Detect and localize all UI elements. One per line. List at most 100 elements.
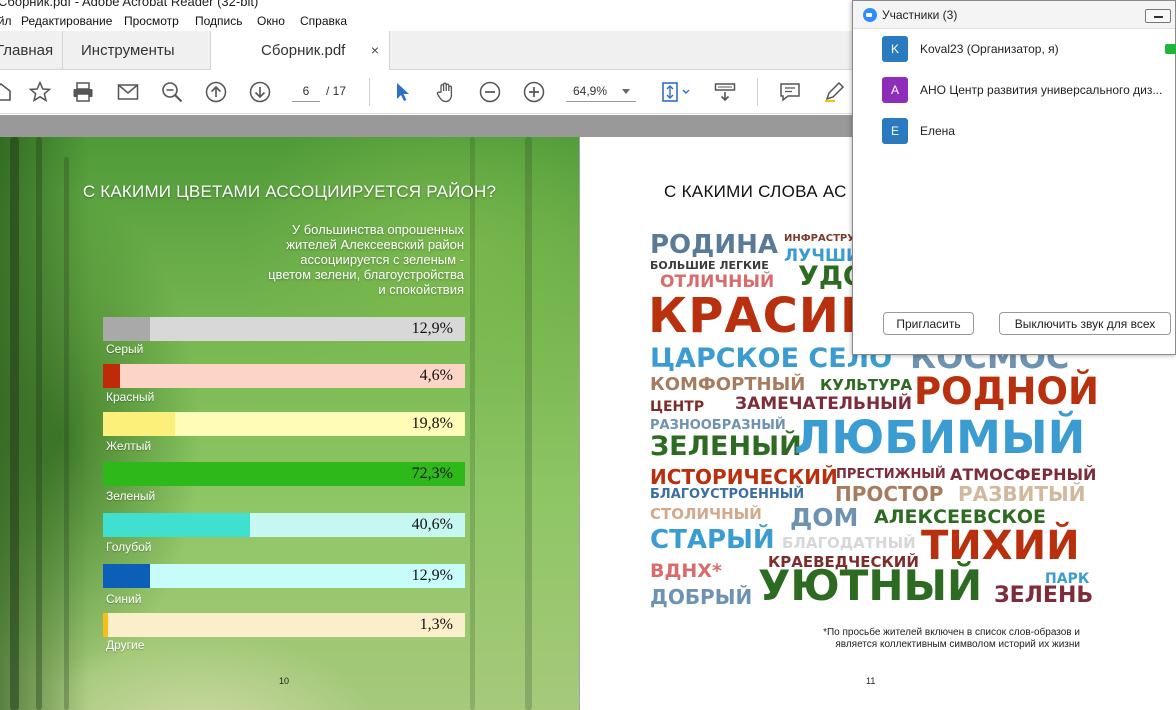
home-icon[interactable] (0, 79, 14, 105)
participant-name: Елена (920, 124, 955, 138)
participants-header: Участники (3) (853, 1, 1175, 29)
word-cloud-word: ИСТОРИЧЕСКИЙ (650, 465, 838, 489)
participant-row[interactable]: А АНО Центр развития универсального диз.… (853, 70, 1175, 110)
close-icon[interactable]: × (371, 42, 379, 58)
tree-trunk (525, 137, 532, 710)
word-cloud-word: ЗЕЛЕНЬ (994, 583, 1094, 608)
tab-tools[interactable]: Инструменты (62, 31, 210, 70)
bar-fill (103, 564, 150, 588)
page-number: 11 (866, 676, 876, 686)
zoom-in-icon[interactable] (521, 79, 547, 105)
page-title: С КАКИМИ СЛОВА АС (664, 182, 847, 201)
page-title: С КАКИМИ ЦВЕТАМИ АССОЦИИРУЕТСЯ РАЙОН? (82, 182, 497, 201)
fit-page-icon[interactable] (657, 79, 693, 105)
summary-line: ассоциируется с зеленым - (300, 252, 464, 267)
participants-panel: Участники (3) K Koval23 (Организатор, я)… (852, 0, 1176, 355)
participant-row[interactable]: Е Елена (853, 111, 1175, 151)
bar-fill (103, 513, 250, 537)
bar-value: 12,9% (411, 567, 453, 584)
word-cloud-word: СТАРЫЙ (650, 525, 775, 555)
bar-fill (103, 317, 150, 341)
bar-label: Синий (106, 592, 142, 606)
menu-edit[interactable]: Редактирование (21, 14, 112, 28)
star-icon[interactable] (27, 79, 53, 105)
word-cloud-word: ДОБРЫЙ (650, 585, 753, 609)
participant-row[interactable]: K Koval23 (Организатор, я) (853, 29, 1175, 69)
word-cloud-word: ТИХИЙ (921, 523, 1080, 569)
menu-sign[interactable]: Подпись (195, 14, 243, 28)
word-cloud-word: КОМФОРТНЫЙ (650, 374, 806, 395)
hand-tool-icon[interactable] (433, 79, 459, 105)
bar-light-blue: 40,6% (103, 513, 465, 537)
summary-line: У большинства опрошенных (291, 222, 464, 237)
avatar: А (882, 77, 908, 103)
word-cloud-word: КРАСИВ (648, 288, 878, 344)
minimize-button[interactable] (1145, 9, 1171, 23)
bar-yellow: 19,8% (103, 412, 465, 436)
toolbar-divider (757, 78, 758, 106)
word-cloud-word: ПРОСТОР (835, 482, 944, 506)
bar-other: 1,3% (103, 613, 465, 637)
bar-label: Серый (106, 342, 144, 356)
word-cloud-word: БЛАГОУСТРОЕННЫЙ (650, 487, 805, 502)
comment-icon[interactable] (777, 79, 803, 105)
print-icon[interactable] (70, 79, 96, 105)
footnote-line: является коллективным символом историй и… (835, 639, 1080, 650)
bar-green: 72,3% (103, 462, 465, 486)
bar-blue: 12,9% (103, 564, 465, 588)
tab-document-label: Сборник.pdf (261, 42, 346, 59)
highlight-pen-icon[interactable] (821, 79, 847, 105)
zoom-logo-icon (863, 8, 877, 22)
window-title: Сборник.pdf - Adobe Acrobat Reader (32-b… (0, 0, 259, 9)
prev-page-icon[interactable] (203, 79, 229, 105)
page-number: 10 (279, 676, 290, 686)
footnote: *По просьбе жителей включен в список сло… (780, 627, 1080, 651)
next-page-icon[interactable] (247, 79, 273, 105)
bar-label: Желтый (106, 439, 152, 453)
page-number-input[interactable] (292, 80, 320, 102)
zoom-dropdown[interactable]: 64,9% (566, 80, 636, 102)
summary-text: У большинства опрошенных жителей Алексее… (236, 222, 464, 297)
share-screen-icon (1165, 44, 1176, 54)
menu-view[interactable]: Просмотр (124, 14, 179, 28)
bar-value: 40,6% (411, 516, 453, 533)
menu-file[interactable]: Файл (0, 14, 12, 28)
zoom-value: 64,9% (573, 84, 608, 98)
bar-fill (103, 613, 108, 637)
bar-value: 12,9% (411, 320, 453, 337)
word-cloud-word: ЦЕНТР (650, 399, 705, 415)
tab-home[interactable]: Главная (0, 31, 62, 70)
tree-trunk (36, 137, 42, 710)
footnote-line: *По просьбе жителей включен в список сло… (823, 627, 1080, 638)
word-cloud-word: РОДНОЙ (914, 370, 1099, 413)
menu-help[interactable]: Справка (300, 14, 347, 28)
bar-value: 1,3% (419, 616, 453, 633)
word-cloud-word: ПРЕСТИЖНЫЙ (836, 467, 946, 482)
tab-document[interactable]: Сборник.pdf × (210, 31, 390, 71)
word-cloud-word: ЗЕЛЕНЫЙ (650, 431, 802, 462)
summary-line: жителей Алексеевский район (286, 237, 464, 252)
bar-label: Красный (106, 390, 155, 404)
select-cursor-icon[interactable] (390, 79, 416, 105)
word-cloud-word: АТМОСФЕРНЫЙ (950, 465, 1097, 484)
menu-window[interactable]: Окно (257, 14, 285, 28)
word-cloud-word: УЮТНЫЙ (758, 561, 983, 610)
word-cloud-word: ДОМ (790, 503, 859, 532)
word-cloud-word: ВДНХ* (650, 560, 722, 582)
word-cloud-word: РАЗВИТЫЙ (958, 482, 1086, 506)
invite-button[interactable]: Пригласить (883, 312, 974, 335)
tree-trunk (64, 157, 69, 710)
mute-all-button[interactable]: Выключить звук для всех (999, 312, 1171, 335)
bar-value: 4,6% (419, 367, 453, 384)
bar-label: Зеленый (106, 489, 156, 503)
page-total: / 17 (326, 84, 347, 98)
bar-label: Другие (106, 638, 145, 652)
zoom-out-icon[interactable] (477, 79, 503, 105)
scroll-mode-icon[interactable] (712, 79, 738, 105)
participant-name: АНО Центр развития универсального диз... (920, 83, 1163, 97)
zoom-search-icon[interactable] (159, 79, 185, 105)
avatar: K (882, 36, 908, 62)
word-cloud-word: БЛАГОДАТНЫЙ (782, 534, 916, 552)
mail-icon[interactable] (115, 79, 141, 105)
participants-title: Участники (3) (882, 8, 958, 22)
